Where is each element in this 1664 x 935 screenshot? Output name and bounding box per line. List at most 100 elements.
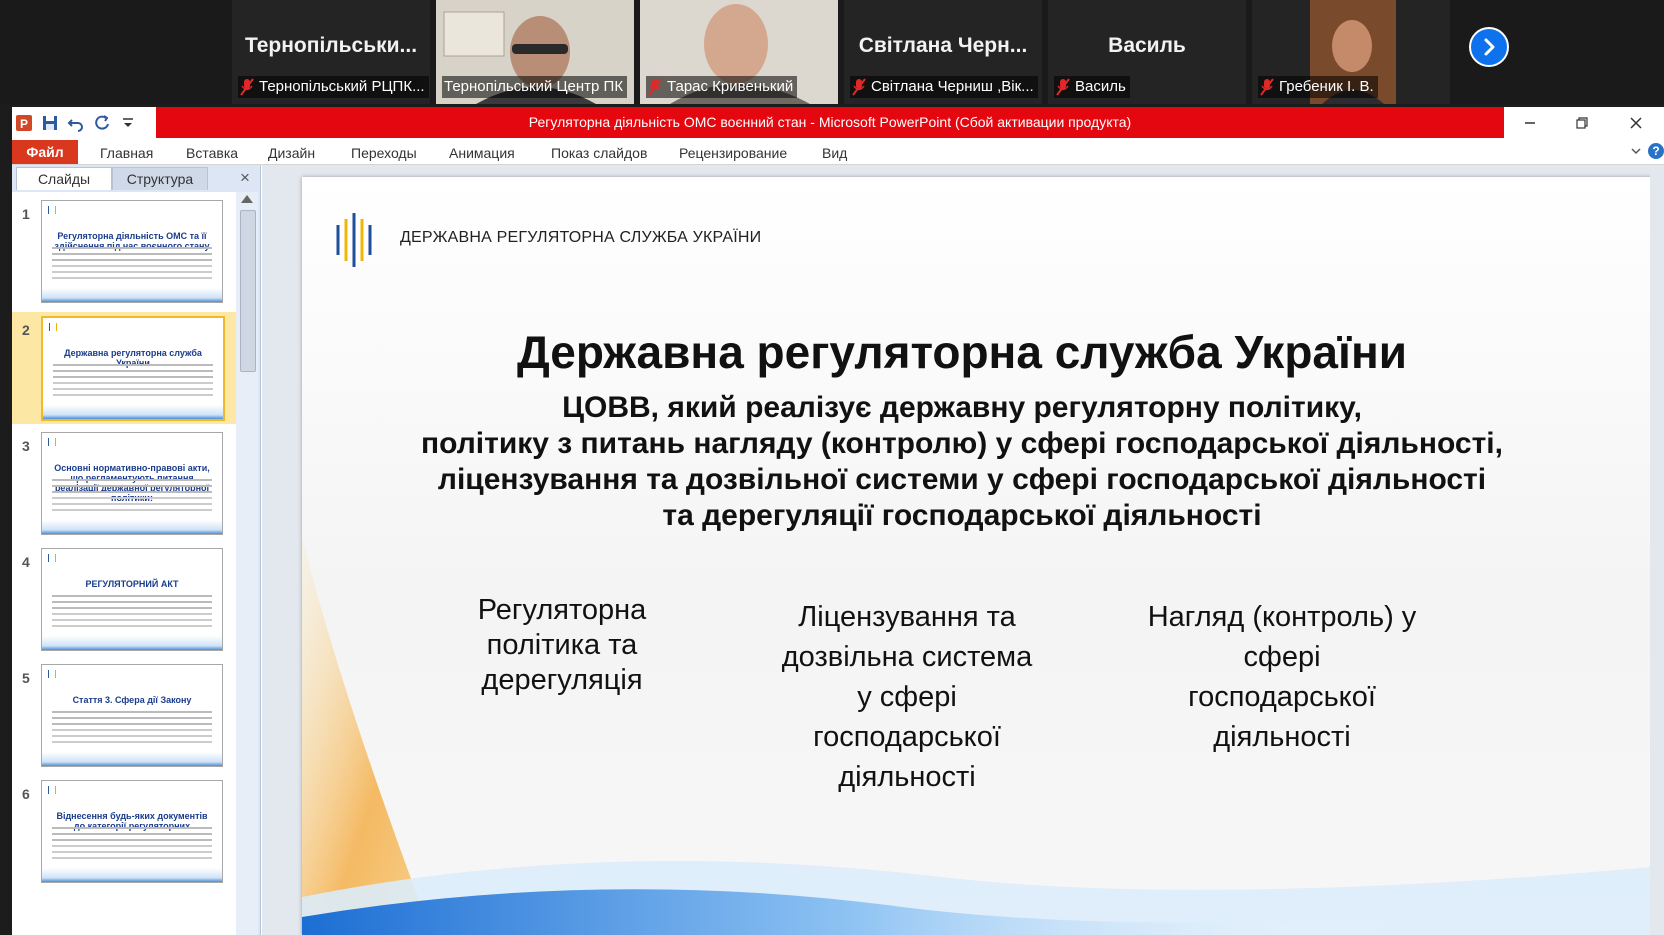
slide-subtitle-line: ліцензування та дозвільної системи у сфе… [437,463,1487,496]
thumbnail-body-lines [52,479,212,481]
minimize-icon[interactable] [1504,107,1556,138]
thumbnail-logo-icon [48,206,56,214]
redo-icon[interactable] [92,113,112,133]
slide-thumbnail[interactable]: Стаття 3. Сфера дії Закону [41,664,223,767]
thumbnail-body-lines [52,827,212,829]
thumbnail-scrollbar[interactable] [236,192,258,935]
participant-label: Тернопільський РЦПК... [259,78,425,95]
slide-thumbnail[interactable]: Регуляторна діяльність ОМС та її здійсне… [41,200,223,303]
zoom-participant-strip: Тернопільськи... Тернопільський РЦПК... … [0,0,1664,104]
muted-mic-icon [1056,78,1070,96]
save-icon[interactable] [40,113,60,133]
scrollbar-thumb[interactable] [240,210,256,372]
participant-label: Тернопільський Центр ПК [444,78,624,95]
tab-insert[interactable]: Вставка [186,142,238,164]
thumbnail-wave [42,868,222,882]
slide-thumbnail-row[interactable]: 6 Віднесення будь-яких документів до кате… [12,776,236,888]
tab-slideshow[interactable]: Показ слайдов [551,142,647,164]
participant-tile[interactable]: Василь Василь [1048,0,1246,104]
participant-label: Гребеник І. В. [1279,78,1374,95]
participant-display-name: Василь [1108,34,1186,57]
slide-number: 4 [22,554,30,570]
participant-display-name: Тернопільськи... [244,34,418,57]
ribbon-tabs: Файл Главная Вставка Дизайн Переходы Ани… [12,138,1664,165]
customize-icon[interactable] [118,113,138,133]
slide-decoration [302,537,1652,935]
slide-header-text: ДЕРЖАВНА РЕГУЛЯТОРНА СЛУЖБА УКРАЇНИ [400,229,762,246]
current-slide[interactable]: ДЕРЖАВНА РЕГУЛЯТОРНА СЛУЖБА УКРАЇНИ Держ… [302,177,1652,935]
slide-column-licensing: Ліцензування та дозвільна система у сфер… [752,597,1062,797]
chevron-right-icon [1484,38,1495,56]
tab-file[interactable]: Файл [12,140,78,164]
tab-home[interactable]: Главная [100,142,153,164]
slide-thumbnail[interactable]: Основні нормативно-правові акти, що регл… [41,432,223,535]
slide-thumbnail[interactable]: Віднесення будь-яких документів до катег… [41,780,223,883]
powerpoint-icon[interactable]: P [14,113,34,133]
slide-thumbnail-row[interactable]: 4 РЕГУЛЯТОРНИЙ АКТ [12,544,236,656]
restore-icon[interactable] [1556,107,1608,138]
column-line: Регуляторна [477,594,647,626]
participant-tile-video[interactable]: Тернопільський Центр ПК [436,0,634,104]
slide-title: Державна регуляторна служба України [516,326,1408,378]
column-line: господарської [813,721,1001,753]
tab-transitions[interactable]: Переходы [351,142,417,164]
tab-design[interactable]: Дизайн [268,142,315,164]
muted-mic-icon [852,78,866,96]
tab-outline[interactable]: Структура [112,167,208,190]
slide-thumbnail[interactable]: РЕГУЛЯТОРНИЙ АКТ [41,548,223,651]
thumbnail-body-lines [53,364,213,366]
slide-editing-area: ДЕРЖАВНА РЕГУЛЯТОРНА СЛУЖБА УКРАЇНИ Держ… [262,165,1664,935]
thumbnail-body-lines [52,595,212,597]
thumbnail-logo-icon [49,323,57,331]
slide-thumbnail-row[interactable]: 1 Регуляторна діяльність ОМС та її здійсн… [12,196,236,308]
slides-panel: Слайды Структура × 1 Регуляторна діяльніс… [12,165,261,935]
column-line: діяльності [1213,721,1351,753]
thumbnail-wave [42,752,222,766]
participant-tile-video[interactable]: Гребеник І. В. [1252,0,1450,104]
thumbnail-logo-icon [48,438,56,446]
participant-display-name: Світлана Черн... [858,34,1028,57]
participant-tile[interactable]: Тернопільськи... Тернопільський РЦПК... [232,0,430,104]
thumbnail-wave [42,520,222,534]
thumbnail-body-lines [52,247,212,249]
slide-thumbnail-row[interactable]: 2 Державна регуляторна служба України [12,312,236,424]
panel-tabs: Слайды Структура × [12,165,260,191]
participant-label: Світлана Черниш ,Вік... [871,78,1034,95]
column-line: діяльності [838,761,976,793]
slide-number: 2 [22,322,30,338]
column-line: господарської [1188,681,1376,713]
participant-name-bar: Гребеник І. В. [1258,76,1378,98]
slide-scrollbar[interactable] [1650,165,1664,935]
column-line: політика та [486,629,638,661]
slide-thumbnail-row[interactable]: 5 Стаття 3. Сфера дії Закону [12,660,236,772]
thumbnail-logo-icon [48,554,56,562]
muted-mic-icon [240,78,254,96]
scroll-up-icon[interactable] [241,195,253,203]
close-icon[interactable] [1610,107,1662,138]
slide-thumbnail-row[interactable]: 3 Основні нормативно-правові акти, що рег… [12,428,236,540]
undo-icon[interactable] [66,113,86,133]
participant-label: Василь [1075,78,1126,95]
thumbnail-title: РЕГУЛЯТОРНИЙ АКТ [85,579,179,589]
close-panel-button[interactable]: × [236,169,254,187]
slide-thumbnail[interactable]: Державна регуляторна служба України [41,316,225,421]
slide-number: 5 [22,670,30,686]
help-icon[interactable]: ? [1648,143,1664,159]
thumbnail-wave [42,288,222,302]
tab-slides[interactable]: Слайды [16,167,112,190]
participant-name-bar: Василь [1054,76,1130,98]
thumbnail-title: Стаття 3. Сфера дії Закону [72,695,192,705]
thumbnail-logo-icon [48,670,56,678]
slide-subtitle-line: політику з питань нагляду (контролю) у с… [421,427,1503,460]
tab-animation[interactable]: Анимация [449,142,515,164]
column-line: дозвільна система [781,641,1033,673]
column-line: у сфері [857,681,957,713]
participant-name-bar: Тарас Кривенький [646,76,798,98]
tab-view[interactable]: Вид [822,142,847,164]
participant-tile[interactable]: Світлана Черн... Світлана Черниш ,Вік... [844,0,1042,104]
slide-column-regulatory-policy: Регуляторна політика та дерегуляція [442,593,682,698]
next-participants-button[interactable] [1469,27,1509,67]
tab-review[interactable]: Рецензирование [679,142,787,164]
participant-tile-video[interactable]: Тарас Кривенький [640,0,838,104]
chevron-down-icon[interactable] [1630,144,1642,162]
